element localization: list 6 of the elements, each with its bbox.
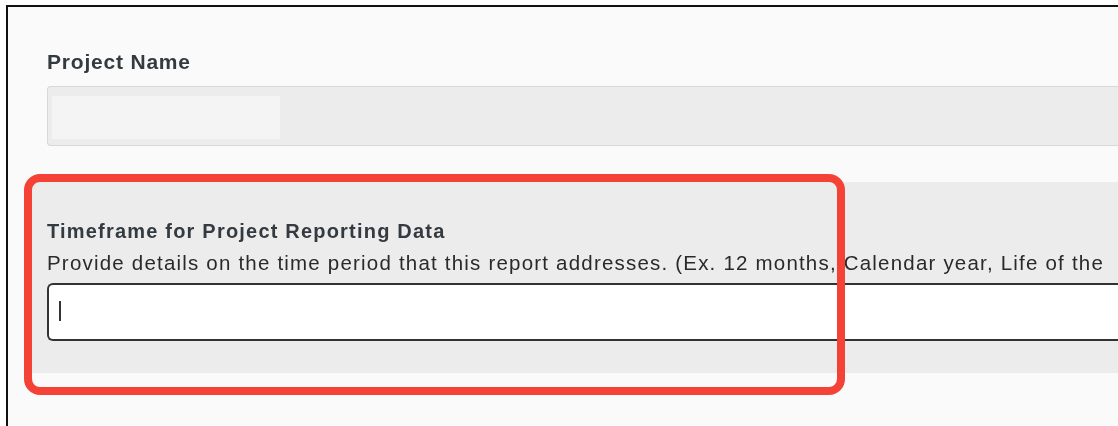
text-cursor xyxy=(59,301,61,321)
field-label: Timeframe for Project Reporting Data xyxy=(47,220,447,243)
project-name-field[interactable] xyxy=(47,86,1118,146)
field-label: Project Name xyxy=(47,50,192,74)
input-field[interactable] xyxy=(47,283,1118,341)
field-description: Provide details on the time period that this report addresses. (Ex. 12 months, Calendar year, Life of the xyxy=(47,251,1105,275)
